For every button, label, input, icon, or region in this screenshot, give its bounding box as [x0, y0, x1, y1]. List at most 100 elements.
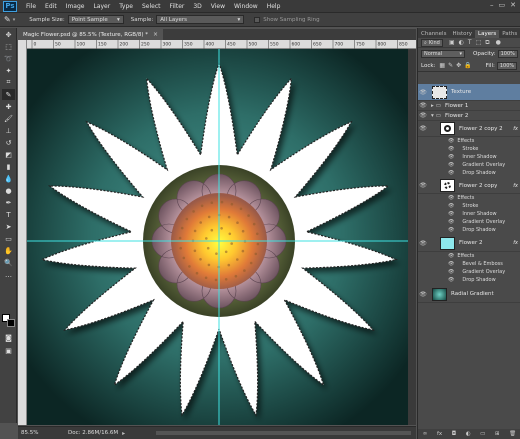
type-tool-icon[interactable]: T: [2, 209, 15, 220]
adjustment-icon[interactable]: ◐: [466, 431, 471, 437]
visibility-eye-icon[interactable]: 👁: [448, 195, 454, 201]
visibility-eye-icon[interactable]: 👁: [418, 102, 428, 109]
fx-badge[interactable]: fx: [513, 183, 518, 189]
visibility-eye-icon[interactable]: 👁: [448, 227, 454, 233]
history-brush-tool-icon[interactable]: ↺: [2, 137, 15, 148]
document-tab[interactable]: Magic Flower.psd @ 85.5% (Texture, RGB/8…: [18, 29, 164, 40]
folder-icon[interactable]: ▭: [480, 431, 485, 437]
fx-badge[interactable]: fx: [513, 126, 518, 132]
trash-icon[interactable]: 🗑: [509, 431, 516, 437]
visibility-eye-icon[interactable]: 👁: [418, 182, 428, 189]
maximize-button[interactable]: ▭: [499, 1, 506, 9]
filter-adjustment-icon[interactable]: ◐: [459, 39, 464, 46]
move-tool-icon[interactable]: ✥: [2, 29, 15, 40]
show-sampling-ring-checkbox[interactable]: [254, 16, 261, 23]
effect-gradient-overlay[interactable]: 👁 Gradient Overlay: [418, 268, 520, 276]
filter-toggle-icon[interactable]: ●: [496, 39, 501, 46]
eraser-tool-icon[interactable]: ◩: [2, 149, 15, 160]
crop-tool-icon[interactable]: ⌗: [2, 77, 15, 88]
menu-3d[interactable]: 3D: [193, 3, 201, 10]
collapse-arrow-icon[interactable]: ▾: [431, 113, 434, 119]
close-document-icon[interactable]: ×: [153, 31, 158, 38]
zoom-tool-icon[interactable]: 🔍: [2, 257, 15, 268]
blur-tool-icon[interactable]: 💧: [2, 173, 15, 184]
clone-stamp-tool-icon[interactable]: ⊥: [2, 125, 15, 136]
layer-row-flower-2[interactable]: 👁 Flower 2 fx: [418, 235, 520, 252]
shape-tool-icon[interactable]: ▭: [2, 233, 15, 244]
tab-layers[interactable]: Layers: [475, 30, 500, 38]
tool-preset-dropdown-icon[interactable]: ▾: [13, 17, 16, 23]
new-layer-icon[interactable]: ⊞: [495, 431, 500, 437]
path-select-tool-icon[interactable]: ➤: [2, 221, 15, 232]
minimize-button[interactable]: –: [490, 1, 494, 9]
menu-file[interactable]: File: [26, 3, 36, 10]
layer-group-flower-2[interactable]: 👁 ▾ ▭ Flower 2: [418, 111, 520, 121]
status-menu-arrow-icon[interactable]: ▸: [122, 430, 125, 437]
lasso-tool-icon[interactable]: ➰: [2, 53, 15, 64]
screen-mode-icon[interactable]: ▣: [2, 345, 15, 356]
lock-position-icon[interactable]: ✥: [456, 62, 461, 69]
visibility-eye-icon[interactable]: 👁: [448, 261, 454, 267]
effect-stroke[interactable]: 👁 Stroke: [418, 202, 520, 210]
visibility-eye-icon[interactable]: 👁: [418, 89, 428, 96]
sample-select[interactable]: All Layers ▾: [156, 15, 245, 24]
layer-row-radial-gradient[interactable]: 👁 Radial Gradient: [418, 286, 520, 303]
tab-history[interactable]: History: [449, 30, 475, 38]
effect-drop-shadow[interactable]: 👁 Drop Shadow: [418, 276, 520, 284]
menu-image[interactable]: Image: [66, 3, 85, 10]
visibility-eye-icon[interactable]: 👁: [418, 112, 428, 119]
background-color-swatch[interactable]: [7, 319, 15, 327]
effect-stroke[interactable]: 👁 Stroke: [418, 145, 520, 153]
effect-bevel-emboss[interactable]: 👁 Bevel & Emboss: [418, 260, 520, 268]
layer-row-texture[interactable]: 👁 Texture: [418, 84, 520, 101]
menu-filter[interactable]: Filter: [170, 3, 185, 10]
zoom-field[interactable]: 85.5%: [21, 430, 43, 436]
visibility-eye-icon[interactable]: 👁: [448, 203, 454, 209]
expand-arrow-icon[interactable]: ▸: [431, 103, 434, 109]
menu-edit[interactable]: Edit: [45, 3, 57, 10]
blend-mode-select[interactable]: Normal ▾: [421, 50, 465, 58]
effects-header[interactable]: 👁 Effects: [418, 194, 520, 202]
effect-inner-shadow[interactable]: 👁 Inner Shadow: [418, 153, 520, 161]
link-icon[interactable]: ∞: [423, 431, 428, 437]
visibility-eye-icon[interactable]: 👁: [448, 277, 454, 283]
lock-all-icon[interactable]: 🔒: [464, 62, 471, 69]
layer-row-flower-2-copy-2[interactable]: 👁 Flower 2 copy 2 fx: [418, 121, 520, 137]
menu-layer[interactable]: Layer: [93, 3, 110, 10]
effect-inner-shadow[interactable]: 👁 Inner Shadow: [418, 210, 520, 218]
horizontal-scrollbar[interactable]: [156, 431, 411, 435]
layer-group-flower-1[interactable]: 👁 ▸ ▭ Flower 1: [418, 101, 520, 111]
fx-badge[interactable]: fx: [513, 240, 518, 246]
filter-shape-icon[interactable]: ⬚: [476, 39, 482, 46]
extra-tools-icon[interactable]: …: [2, 269, 15, 280]
healing-brush-tool-icon[interactable]: ✚: [2, 101, 15, 112]
effect-drop-shadow[interactable]: 👁 Drop Shadow: [418, 169, 520, 177]
layer-row-flower-2-copy[interactable]: 👁 Flower 2 copy fx: [418, 178, 520, 194]
hand-tool-icon[interactable]: ✋: [2, 245, 15, 256]
vertical-ruler[interactable]: [18, 40, 27, 425]
fill-field[interactable]: 100%: [496, 61, 517, 70]
visibility-eye-icon[interactable]: 👁: [418, 125, 428, 132]
eyedropper-tool-icon[interactable]: ✎: [4, 15, 11, 24]
menu-type[interactable]: Type: [119, 3, 133, 10]
quick-select-tool-icon[interactable]: ✦: [2, 65, 15, 76]
tab-paths[interactable]: Paths: [499, 30, 520, 38]
visibility-eye-icon[interactable]: 👁: [448, 138, 454, 144]
visibility-eye-icon[interactable]: 👁: [448, 219, 454, 225]
color-swatches[interactable]: [2, 314, 15, 327]
lock-image-icon[interactable]: ✎: [448, 62, 453, 69]
filter-smart-object-icon[interactable]: ⧉: [485, 39, 489, 47]
effect-gradient-overlay[interactable]: 👁 Gradient Overlay: [418, 218, 520, 226]
sample-size-select[interactable]: Point Sample ▾: [67, 15, 124, 24]
visibility-eye-icon[interactable]: 👁: [448, 170, 454, 176]
visibility-eye-icon[interactable]: 👁: [418, 291, 428, 298]
menu-help[interactable]: Help: [267, 3, 281, 10]
filter-kind-select[interactable]: ⌕ Kind: [421, 38, 443, 47]
effect-gradient-overlay[interactable]: 👁 Gradient Overlay: [418, 161, 520, 169]
filter-pixel-icon[interactable]: ▣: [449, 39, 455, 46]
quick-mask-icon[interactable]: ◙: [2, 332, 15, 343]
pen-tool-icon[interactable]: ✒: [2, 197, 15, 208]
marquee-tool-icon[interactable]: ⬚: [2, 41, 15, 52]
menu-select[interactable]: Select: [142, 3, 161, 10]
visibility-eye-icon[interactable]: 👁: [448, 269, 454, 275]
